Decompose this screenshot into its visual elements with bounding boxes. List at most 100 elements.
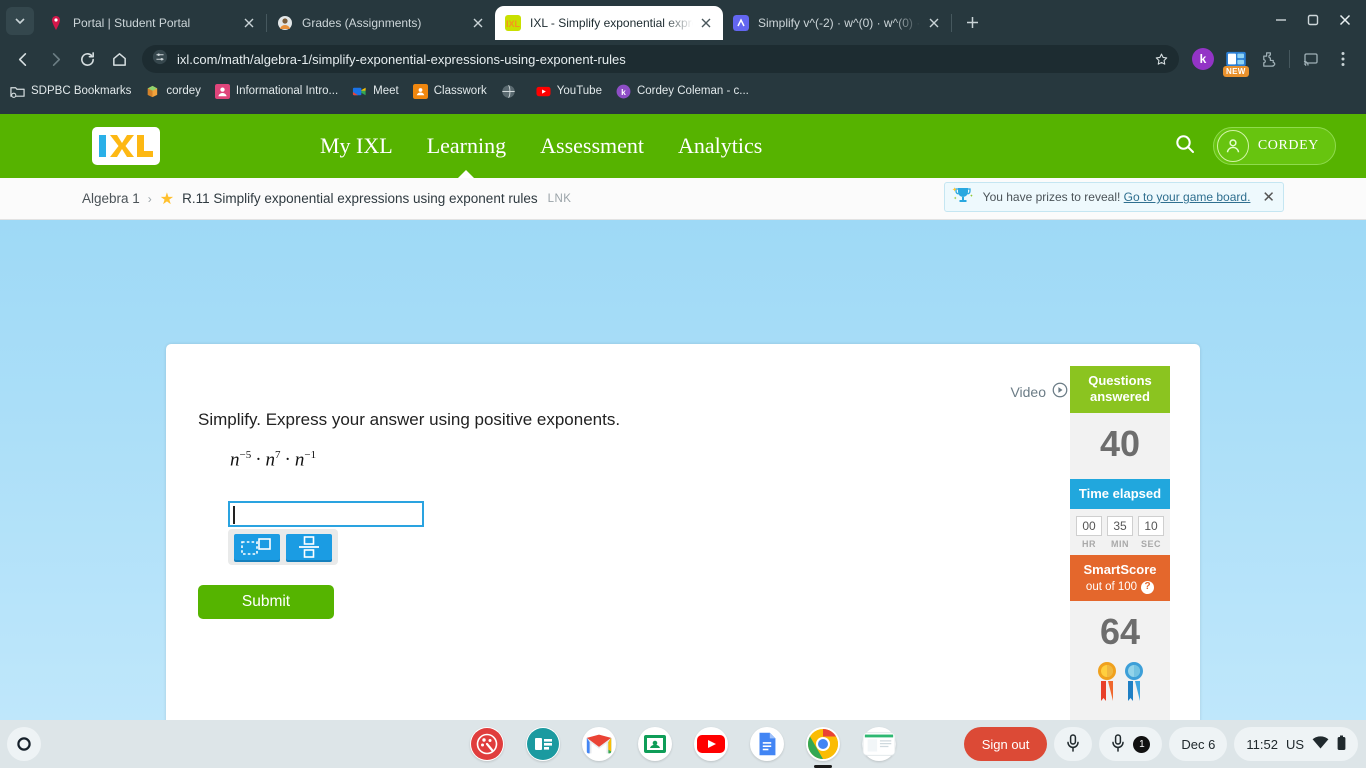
close-icon[interactable]: [697, 14, 715, 32]
tab-title: Grades (Assignments): [302, 16, 422, 30]
breadcrumb-separator: ›: [147, 191, 152, 206]
video-label: Video: [1010, 383, 1046, 400]
submit-button[interactable]: Submit: [198, 585, 334, 619]
system-tray: Sign out 1 Dec 6 11:52 US: [963, 727, 1358, 761]
bookmark-star-icon[interactable]: [1149, 47, 1173, 71]
close-icon[interactable]: [925, 14, 943, 32]
microphone-icon: [1066, 733, 1080, 755]
nav-analytics[interactable]: Analytics: [678, 114, 762, 178]
extension-icon[interactable]: NEW: [1221, 44, 1251, 77]
browser-menu-button[interactable]: [1328, 44, 1358, 74]
timer-seconds-label: SEC: [1140, 538, 1161, 549]
browser-tab-active[interactable]: IXL IXL - Simplify exponential expre: [495, 6, 723, 40]
classroom-app-icon[interactable]: [638, 727, 672, 761]
extensions-puzzle-icon[interactable]: [1253, 44, 1283, 74]
new-tab-button[interactable]: [958, 8, 986, 36]
close-icon[interactable]: [240, 14, 258, 32]
cast-icon[interactable]: [1296, 44, 1326, 74]
ribbon-gold-icon: [1097, 659, 1117, 708]
video-link[interactable]: Video: [1010, 382, 1068, 401]
award-ribbons: [1070, 659, 1170, 708]
bookmark-label: cordey: [166, 85, 201, 97]
nav-assessment[interactable]: Assessment: [540, 114, 644, 178]
profile-avatar[interactable]: k: [1192, 48, 1214, 70]
math-expression: n−5 · n7 · n−1: [230, 449, 316, 471]
gmail-app-icon[interactable]: [582, 727, 616, 761]
breadcrumb-skill: R.11 Simplify exponential expressions us…: [182, 191, 538, 206]
prize-notification[interactable]: You have prizes to reveal! Go to your ga…: [943, 182, 1284, 212]
exponent-button[interactable]: [234, 534, 280, 560]
term-base: n: [294, 449, 305, 471]
reload-button[interactable]: [72, 44, 102, 74]
microphone-button[interactable]: [1054, 727, 1093, 761]
bookmark-item[interactable]: k Cordey Coleman - c...: [616, 84, 749, 99]
contact-icon: [214, 83, 230, 99]
browser-tab[interactable]: Simplify v^(-2) · w^(0) · w^(0) · v: [723, 6, 951, 40]
bookmark-label: YouTube: [556, 85, 602, 97]
address-bar[interactable]: ixl.com/math/algebra-1/simplify-exponent…: [142, 45, 1179, 73]
back-button[interactable]: [8, 44, 38, 74]
sheets-window-icon[interactable]: [862, 727, 896, 761]
browser-tab[interactable]: Portal | Student Portal: [38, 6, 266, 40]
question-prompt: Simplify. Express your answer using posi…: [198, 410, 621, 429]
tab-strip: Portal | Student Portal Grades (Assignme…: [0, 0, 1366, 40]
bookmark-item[interactable]: Classwork: [412, 83, 487, 99]
favorite-star-icon[interactable]: ★: [160, 189, 174, 209]
bookmark-item[interactable]: [501, 84, 522, 99]
dictation-status-button[interactable]: 1: [1099, 727, 1163, 761]
browser-toolbar: ixl.com/math/algebra-1/simplify-exponent…: [0, 40, 1366, 78]
browser-tab[interactable]: Grades (Assignments): [267, 6, 495, 40]
play-circle-icon: [1052, 382, 1068, 401]
stats-panel: Questions answered 40 Time elapsed 00 HR…: [1070, 366, 1170, 720]
fraction-button[interactable]: [286, 534, 332, 560]
prize-message-text: You have prizes to reveal!: [982, 190, 1121, 204]
close-icon[interactable]: [469, 14, 487, 32]
maximize-button[interactable]: [1298, 6, 1328, 34]
classroom-icon: [412, 83, 428, 99]
chrome-app-icon[interactable]: [806, 727, 840, 761]
bookmark-item[interactable]: Meet: [352, 84, 399, 99]
youtube-icon: [536, 84, 551, 99]
search-icon[interactable]: [1173, 132, 1197, 161]
canvas-app-icon[interactable]: [470, 727, 504, 761]
user-menu-button[interactable]: CORDEY: [1212, 127, 1336, 165]
bookmark-item[interactable]: YouTube: [536, 84, 602, 99]
slides-app-icon[interactable]: [526, 727, 560, 761]
breadcrumb-bar: Algebra 1 › ★ R.11 Simplify exponential …: [0, 178, 1366, 220]
doc-icon: [733, 15, 749, 31]
bookmark-item[interactable]: cordey: [145, 84, 201, 99]
bookmark-item[interactable]: SDPBC Bookmarks: [10, 84, 131, 99]
term-exponent: −1: [304, 449, 317, 461]
status-area[interactable]: 11:52 US: [1234, 727, 1358, 761]
game-board-link[interactable]: Go to your game board.: [1124, 190, 1251, 204]
launcher-icon[interactable]: [7, 727, 41, 761]
youtube-app-icon[interactable]: [694, 727, 728, 761]
breadcrumb-course[interactable]: Algebra 1: [82, 191, 140, 206]
wifi-icon: [1312, 736, 1329, 752]
book-icon: [145, 84, 160, 99]
tab-search-button[interactable]: [6, 7, 34, 35]
sign-out-button[interactable]: Sign out: [963, 727, 1048, 761]
home-button[interactable]: [104, 44, 134, 74]
ixl-logo[interactable]: [92, 127, 160, 165]
url-text: ixl.com/math/algebra-1/simplify-exponent…: [177, 51, 626, 67]
close-icon[interactable]: ✕: [1262, 190, 1275, 205]
timer-hours: 00 HR: [1076, 515, 1102, 549]
minimize-button[interactable]: [1266, 6, 1296, 34]
term-exponent: −5: [239, 449, 252, 461]
date-button[interactable]: Dec 6: [1169, 727, 1228, 761]
timer-minutes-value: 35: [1107, 515, 1133, 536]
forward-button[interactable]: [40, 44, 70, 74]
timer-hours-label: HR: [1082, 538, 1096, 549]
bookmark-item[interactable]: Informational Intro...: [214, 83, 338, 99]
tab-title: Portal | Student Portal: [73, 16, 191, 30]
nav-my-ixl[interactable]: My IXL: [320, 114, 393, 178]
answer-input[interactable]: [228, 501, 424, 527]
globe-icon: [501, 84, 516, 99]
docs-app-icon[interactable]: [750, 727, 784, 761]
site-settings-icon[interactable]: [152, 49, 168, 70]
close-window-button[interactable]: [1330, 6, 1360, 34]
nav-learning[interactable]: Learning: [427, 114, 506, 178]
help-icon[interactable]: ?: [1141, 580, 1155, 594]
bookmark-label: Cordey Coleman - c...: [636, 85, 749, 97]
